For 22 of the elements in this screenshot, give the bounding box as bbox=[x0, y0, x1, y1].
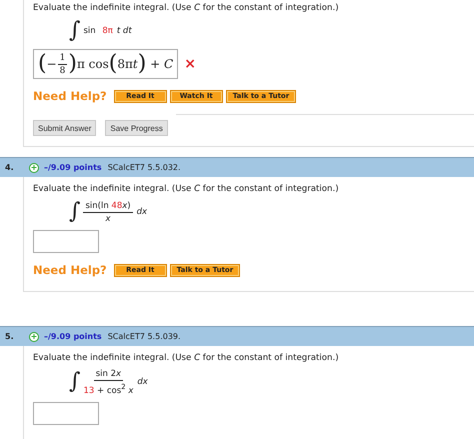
source-label: SCalcET7 5.5.032. bbox=[108, 163, 181, 172]
source-label: SCalcET7 5.5.039. bbox=[108, 332, 181, 341]
integrand: sin 2x 13 + cos$^{2}$ x dx bbox=[83, 369, 148, 396]
question-prompt: Evaluate the indefinite integral. (Use C for the constant of integration.) bbox=[33, 2, 340, 15]
question-number: 5. bbox=[5, 332, 15, 341]
need-help-label: Need Help? bbox=[33, 89, 107, 103]
answer-field[interactable] bbox=[33, 230, 99, 253]
points-link[interactable]: –/9.09 points bbox=[44, 163, 102, 172]
integral-sign: ∫ bbox=[69, 200, 80, 224]
integral-sign: ∫ bbox=[69, 19, 80, 43]
answer-field[interactable] bbox=[33, 402, 99, 425]
points-link[interactable]: –/9.09 points bbox=[44, 332, 102, 341]
integrand: sin 8π t dt bbox=[83, 26, 132, 36]
incorrect-mark: × bbox=[184, 56, 196, 72]
action-button[interactable]: Save Progress bbox=[105, 120, 168, 136]
question-prompt: Evaluate the indefinite integral. (Use C for the constant of integration.) bbox=[33, 183, 340, 196]
question-number: 4. bbox=[5, 163, 15, 172]
integrand: sin(ln 48x) x dx bbox=[83, 200, 148, 224]
action-button[interactable]: Submit Answer bbox=[33, 120, 96, 136]
need-help-label: Need Help? bbox=[33, 263, 107, 277]
question-prompt: Evaluate the indefinite integral. (Use C for the constant of integration.) bbox=[33, 352, 340, 365]
integral-sign: ∫ bbox=[69, 370, 80, 394]
